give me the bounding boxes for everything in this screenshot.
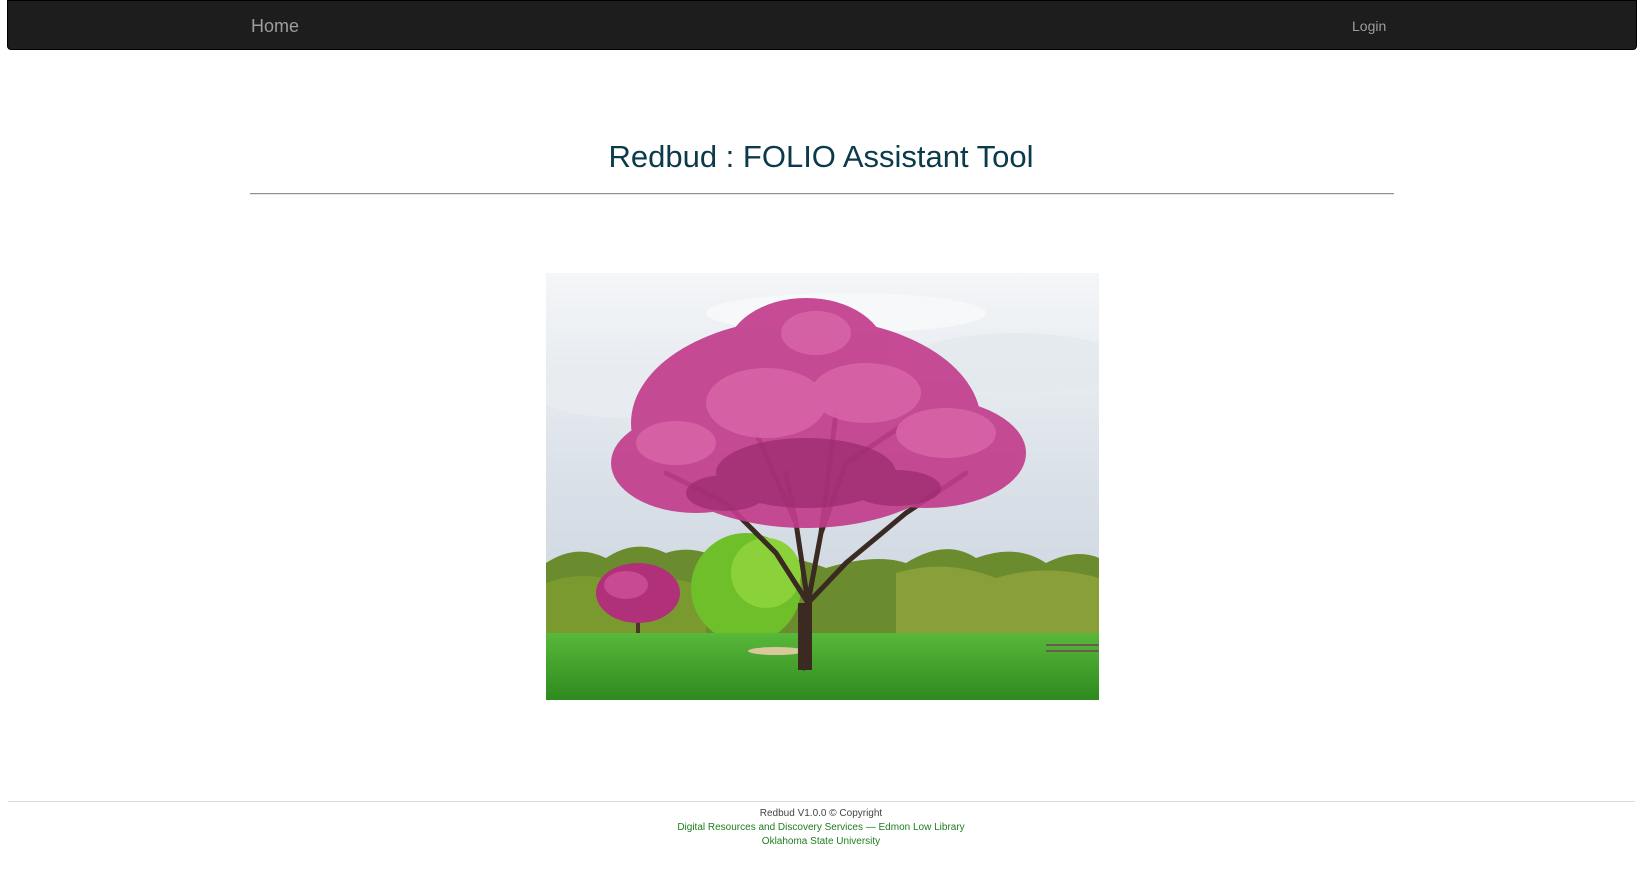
university-link[interactable]: Oklahoma State University (0, 835, 1642, 849)
title-divider (250, 193, 1394, 195)
footer: Redbud V1.0.0 © Copyright Digital Resour… (0, 807, 1642, 849)
home-link[interactable]: Home (251, 16, 299, 37)
copyright-text: Redbud V1.0.0 © Copyright (759, 808, 883, 819)
login-link[interactable]: Login (1352, 18, 1386, 34)
top-navbar: Home Login (7, 0, 1637, 50)
page-title: Redbud : FOLIO Assistant Tool (608, 139, 1034, 174)
department-link[interactable]: Digital Resources and Discovery Services… (0, 821, 1642, 835)
redbud-tree-illustration (546, 273, 1099, 700)
redbud-tree-image (546, 273, 1099, 700)
footer-divider (8, 801, 1635, 802)
